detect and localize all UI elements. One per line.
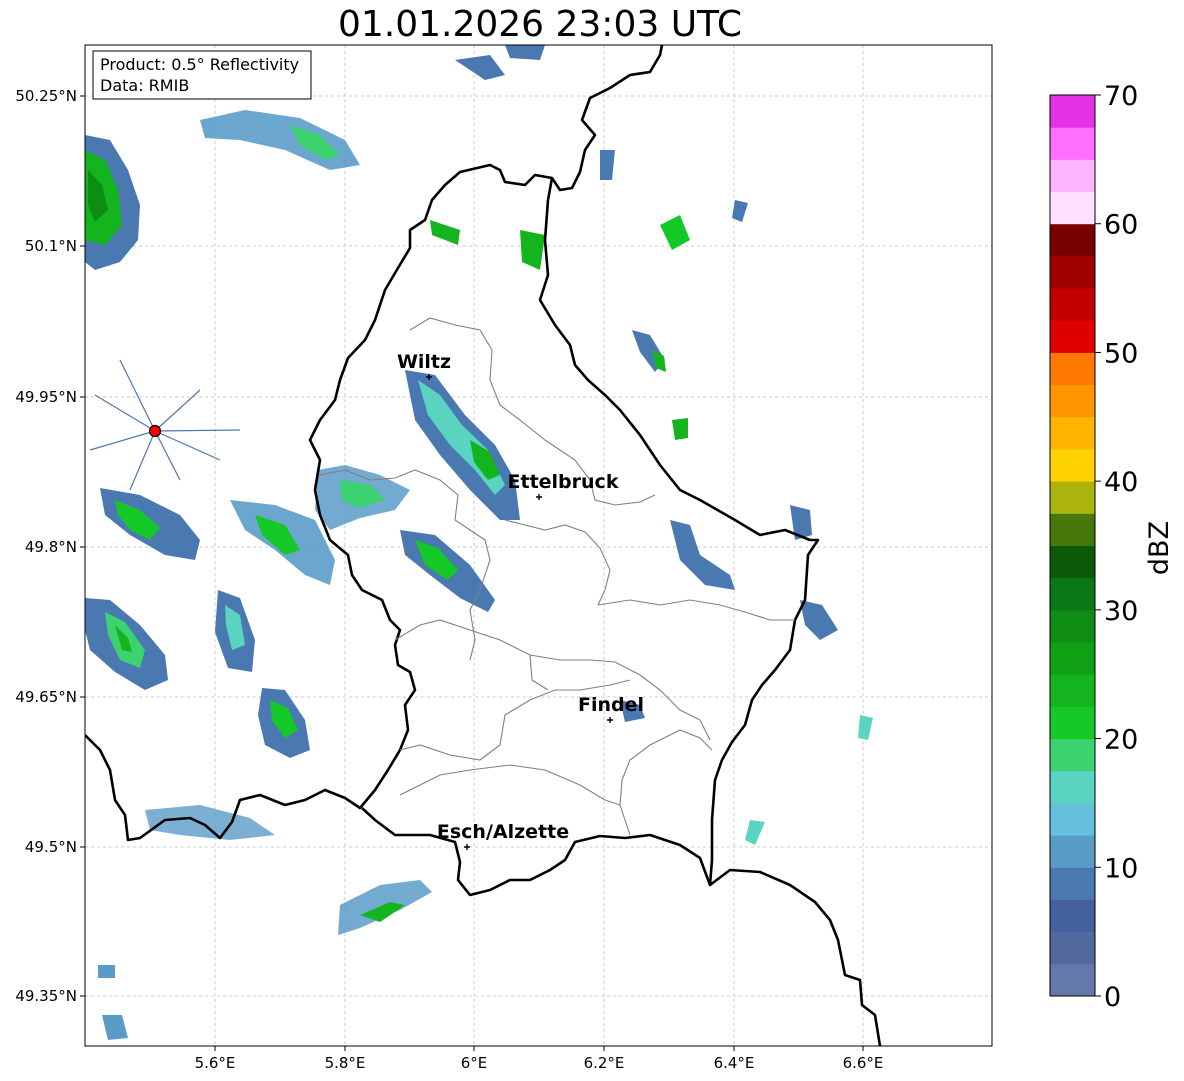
- info-box: Product: 0.5° Reflectivity Data: RMIB: [92, 50, 312, 100]
- lon-tick-label: 6.4°E: [714, 1054, 755, 1072]
- lat-tick-label: 49.5°N: [25, 838, 77, 856]
- lat-tick-label: 49.65°N: [15, 688, 77, 706]
- lat-tick-label: 49.95°N: [15, 388, 77, 406]
- radar-site-marker: [148, 424, 162, 438]
- lon-tick-label: 5.6°E: [195, 1054, 236, 1072]
- lat-tick-label: 50.1°N: [25, 237, 77, 255]
- lon-tick-label: 5.8°E: [325, 1054, 366, 1072]
- lon-tick-label: 6.2°E: [584, 1054, 625, 1072]
- data-source-label: Data: RMIB: [100, 76, 189, 95]
- map-frame-bg: [85, 45, 992, 1046]
- city-label: Findel: [578, 694, 644, 716]
- city-label: Esch/Alzette: [437, 821, 569, 843]
- city-label: Ettelbruck: [508, 471, 619, 493]
- lon-tick-label: 6.6°E: [843, 1054, 884, 1072]
- city-label: Wiltz: [397, 351, 451, 373]
- lat-tick-label: 49.35°N: [15, 987, 77, 1005]
- radar-map: 5.6°E 5.8°E 6°E 6.2°E 6.4°E 6.6°E 50.25°…: [15, 44, 993, 1072]
- lat-tick-label: 50.25°N: [15, 87, 77, 105]
- lat-tick-label: 49.8°N: [25, 538, 77, 556]
- product-label: Product: 0.5° Reflectivity: [100, 55, 299, 74]
- lon-tick-label: 6°E: [461, 1054, 488, 1072]
